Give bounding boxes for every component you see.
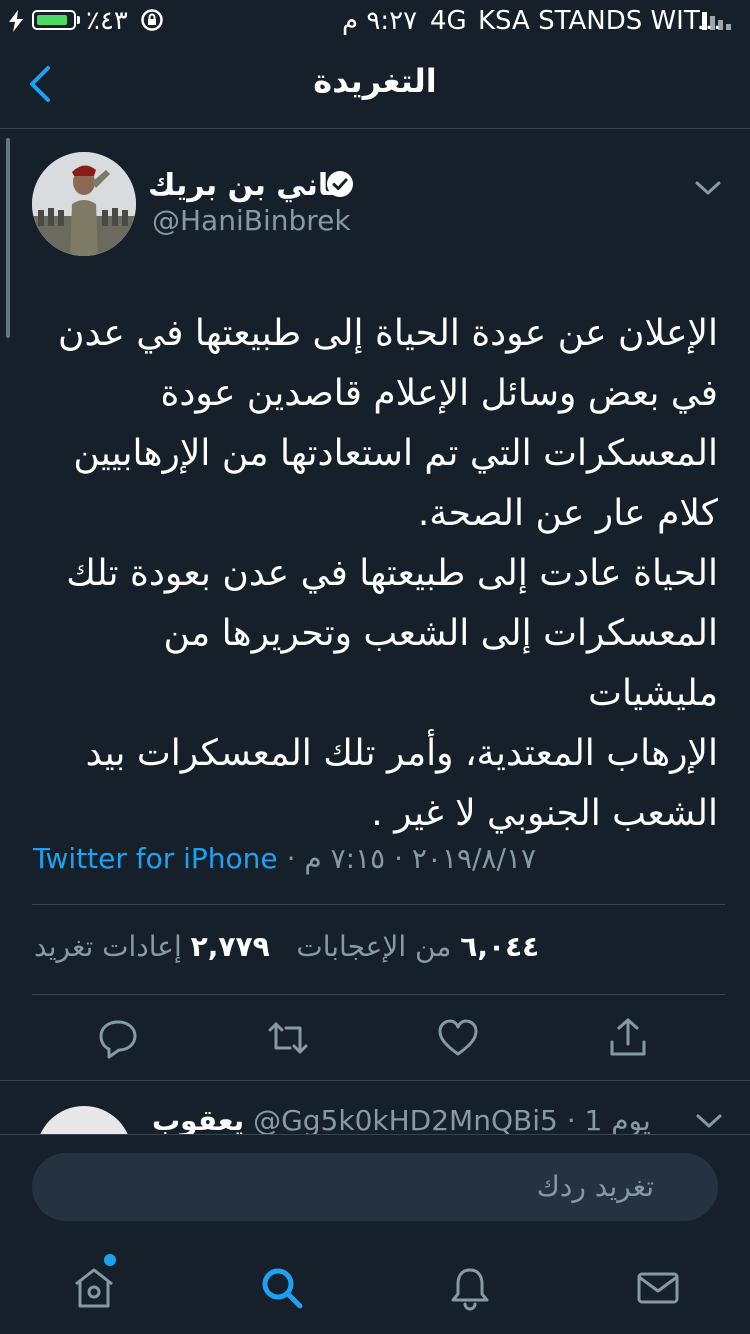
home-icon[interactable] (70, 1264, 118, 1312)
like-icon[interactable] (436, 1016, 480, 1060)
reply-avatar[interactable] (36, 1106, 132, 1134)
tweet-text: الإعلان عن عودة الحياة إلى طبيعتها في عد… (58, 313, 718, 834)
tweet-meta: Twitter for iPhone · ٢٠١٩/٨/١٧ · ٧:١٥ م (33, 842, 536, 875)
signal-bars-icon (702, 12, 731, 30)
compose-bar: تغريد ردك (0, 1134, 750, 1235)
reply-input[interactable]: تغريد ردك (32, 1153, 718, 1221)
divider (32, 994, 725, 995)
battery-icon (32, 10, 76, 30)
likes-count[interactable]: ٦,٠٤٤ (460, 930, 539, 963)
notifications-icon[interactable] (446, 1264, 494, 1312)
tweet-stats: ٦,٠٤٤ من الإعجابات ٢,٧٧٩ إعادات تغريد (34, 930, 539, 963)
page-title: التغريدة (313, 62, 437, 100)
reply-icon[interactable] (96, 1016, 140, 1060)
reply-time: · 1 يوم (557, 1104, 651, 1137)
orientation-lock-icon (141, 9, 163, 31)
verified-badge-icon (327, 171, 353, 197)
reply-header[interactable]: يعقوب @Gg5k0kHD2MnQBi5 · 1 يوم (152, 1104, 651, 1137)
scroll-indicator (6, 138, 10, 338)
status-time: ٩:٢٧ م (342, 6, 418, 36)
retweets-label[interactable]: إعادات تغريد (34, 930, 182, 963)
status-bar: ٪٤٣ ٩:٢٧ م 4G KSA STANDS WIT... (0, 0, 750, 44)
reply-author-name[interactable]: يعقوب (152, 1104, 244, 1137)
author-name[interactable]: هاني بن بريك (148, 168, 350, 203)
divider (0, 1080, 750, 1081)
header: التغريدة (0, 44, 750, 129)
chevron-down-icon[interactable] (692, 176, 724, 200)
search-icon[interactable] (258, 1264, 306, 1312)
tab-bar (0, 1236, 750, 1334)
chevron-down-icon[interactable] (694, 1110, 724, 1132)
tweet-timestamp: · ٢٠١٩/٨/١٧ · ٧:١٥ م (277, 842, 537, 875)
messages-icon[interactable] (634, 1264, 682, 1312)
share-icon[interactable] (606, 1016, 650, 1060)
reply-author-handle[interactable]: @Gg5k0kHD2MnQBi5 (253, 1104, 558, 1137)
author-avatar[interactable] (32, 152, 136, 256)
retweets-count[interactable]: ٢,٧٧٩ (191, 930, 270, 963)
divider (32, 904, 725, 905)
likes-label[interactable]: من الإعجابات (296, 930, 451, 963)
author-handle[interactable]: @HaniBinbrek (152, 204, 351, 237)
battery-percent: ٪٤٣ (86, 6, 128, 36)
network-type: 4G (430, 6, 467, 36)
retweet-icon[interactable] (266, 1016, 310, 1060)
new-content-dot (104, 1254, 116, 1266)
carrier-name: KSA STANDS WIT... (478, 6, 722, 36)
tweet-source-link[interactable]: Twitter for iPhone (33, 842, 278, 875)
charging-bolt-icon (9, 10, 23, 32)
